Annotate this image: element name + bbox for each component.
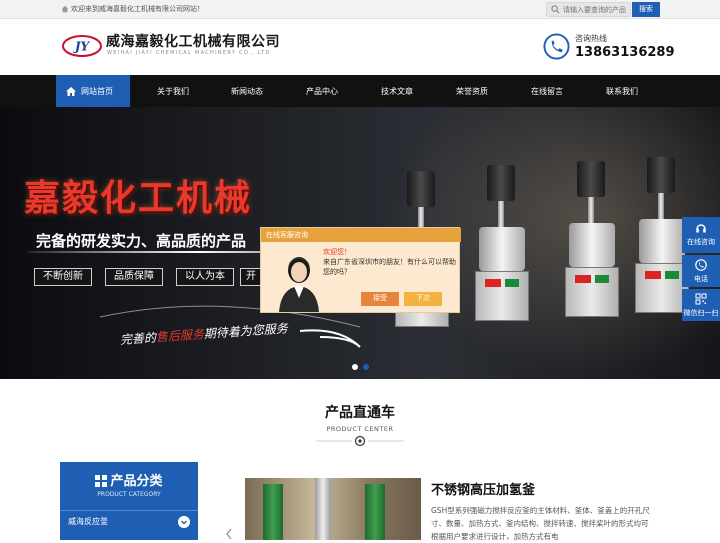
- phone-icon: [543, 33, 570, 60]
- banner-pill-people: 以人为本: [176, 268, 234, 286]
- search-button[interactable]: 搜索: [632, 2, 660, 17]
- phone-icon: [695, 259, 707, 271]
- home-icon: [66, 87, 76, 96]
- company-logo[interactable]: JY: [62, 34, 102, 58]
- headset-icon: [696, 224, 706, 233]
- category-panel: 产品分类 PRODUCT CATEGORY 威海反应釜: [60, 462, 198, 540]
- search-icon: [551, 5, 560, 14]
- chat-later-button[interactable]: 下次: [404, 292, 442, 306]
- chat-accept-button[interactable]: 接受: [361, 292, 399, 306]
- category-title-row: 产品分类: [60, 470, 198, 489]
- section-divider: [316, 435, 404, 447]
- banner-pill-partial: 开: [240, 268, 262, 286]
- chat-message: 欢迎您！ 来自广东省深圳市的朋友！有什么可以帮助您的吗？: [323, 247, 457, 277]
- nav-about[interactable]: 关于我们: [136, 75, 210, 107]
- side-consult[interactable]: 在线咨询: [682, 217, 720, 253]
- category-subtitle: PRODUCT CATEGORY: [97, 491, 161, 498]
- banner-pill-quality: 品质保障: [105, 268, 163, 286]
- search-box: [546, 2, 631, 17]
- hotline-number: 13863136289: [575, 45, 675, 60]
- logo-text: JY: [73, 40, 91, 54]
- nav-honors[interactable]: 荣誉资质: [435, 75, 509, 107]
- banner-title: 嘉毅化工机械: [24, 177, 253, 219]
- top-bar: 欢迎来到威海嘉毅化工机械有限公司网站！ 搜索: [0, 0, 720, 19]
- side-wechat-label: 微信扫一扫: [683, 309, 719, 317]
- product-description: GSH型系列强磁力搅拌反应釜的主体材料、釜体、釜盖上的开孔尺寸、数量、加热方式、…: [431, 506, 650, 541]
- nav-products[interactable]: 产品中心: [285, 75, 359, 107]
- reactor-image: [565, 161, 619, 317]
- side-phone[interactable]: 电话: [682, 255, 720, 287]
- welcome-text: 欢迎来到威海嘉毅化工机械有限公司网站！: [71, 5, 204, 13]
- section-subtitle: PRODUCT CENTER: [326, 425, 394, 433]
- nav-articles[interactable]: 技术文章: [360, 75, 434, 107]
- product-name[interactable]: 不锈钢高压加氢釜: [431, 479, 535, 498]
- main-nav: 网站首页 关于我们 新闻动态 产品中心 技术文章 荣誉资质 在线留言 联系我们: [0, 75, 720, 107]
- category-item[interactable]: 威海反应釜: [60, 510, 198, 532]
- nav-home[interactable]: 网站首页: [56, 75, 130, 107]
- grid-icon: [95, 475, 108, 487]
- banner-pill-innovation: 不断创新: [34, 268, 92, 286]
- product-card[interactable]: 不锈钢高压加氢釜 GSH型系列强磁力搅拌反应釜的主体材料、釜体、釜盖上的开孔尺寸…: [210, 462, 660, 541]
- nav-message[interactable]: 在线留言: [510, 75, 584, 107]
- product-photo[interactable]: [245, 478, 421, 540]
- side-consult-label: 在线咨询: [687, 238, 715, 246]
- qr-code-icon: [695, 293, 707, 305]
- agent-avatar: [279, 257, 319, 312]
- banner-subtitle: 完备的研发实力、高品质的产品: [36, 232, 247, 250]
- slider-dot-1[interactable]: [352, 364, 358, 370]
- nav-contact[interactable]: 联系我们: [585, 75, 659, 107]
- slider-dot-2[interactable]: [363, 364, 369, 370]
- side-wechat[interactable]: 微信扫一扫: [682, 289, 720, 321]
- home-icon: [61, 5, 69, 13]
- chat-popup: 在线客服咨询 欢迎您！ 来自广东省深圳市的朋友！有什么可以帮助您的吗？ 接受 下…: [260, 227, 461, 313]
- hotline-label: 咨询热线: [575, 34, 607, 43]
- nav-home-label: 网站首页: [81, 87, 113, 96]
- reactor-image: [635, 157, 689, 313]
- chat-popup-header: 在线客服咨询: [261, 228, 461, 242]
- reactor-image: [475, 165, 529, 321]
- nav-news[interactable]: 新闻动态: [210, 75, 284, 107]
- section-title: 产品直通车: [325, 405, 395, 421]
- category-item-label: 威海反应釜: [68, 517, 108, 526]
- category-title: 产品分类: [110, 474, 163, 489]
- chevron-left-icon[interactable]: [225, 528, 233, 540]
- search-input[interactable]: [563, 4, 630, 15]
- site-header: JY 威海嘉毅化工机械有限公司 WEIHAI JIAYI CHEMICAL MA…: [0, 19, 720, 75]
- company-name-en: WEIHAI JIAYI CHEMICAL MACHINERY CO., LTD: [107, 50, 271, 56]
- chat-body: 来自广东省深圳市的朋友！有什么可以帮助您的吗？: [323, 258, 456, 276]
- chevron-down-icon: [178, 516, 190, 528]
- side-phone-label: 电话: [694, 275, 708, 283]
- company-name: 威海嘉毅化工机械有限公司: [106, 34, 280, 50]
- chat-greeting: 欢迎您！: [323, 248, 351, 256]
